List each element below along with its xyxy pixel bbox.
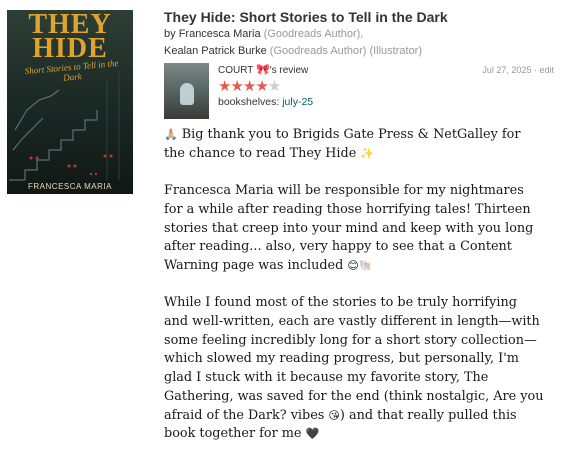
paragraph-text: Big thank you to Brigids Gate Press & Ne… — [164, 127, 521, 161]
star-icon-4: ★ — [255, 78, 268, 95]
edit-link[interactable]: edit — [539, 65, 554, 75]
book-cover[interactable]: THEY HIDE Short Stories to Tell in the D… — [7, 10, 133, 194]
by-label: by — [164, 28, 176, 40]
kiss-face-icon: 😘 — [328, 408, 340, 422]
cover-author: FRANCESCA MARIA — [28, 182, 112, 191]
review-paragraph-3: While I found most of the stories to be … — [164, 294, 544, 444]
smile-shell-icon: 😊🐚 — [347, 258, 373, 272]
star-icon-3: ★ — [242, 78, 256, 95]
review-text: 🙏🏼 Big thank you to Brigids Gate Press &… — [164, 126, 544, 463]
separator: · — [533, 65, 537, 75]
sparkles-icon: ✨ — [360, 146, 375, 160]
bow-icon: 🎀 — [255, 63, 270, 76]
shelves-label: bookshelves: — [218, 96, 280, 108]
byline-illustrator: Kealan Patrick Burke (Goodreads Author) … — [164, 43, 556, 60]
date-edit: Jul 27, 2025 · edit — [482, 63, 554, 77]
illustrator-role: (Goodreads Author) (Illustrator) — [269, 45, 423, 57]
author-link[interactable]: Francesca Maria — [179, 28, 261, 40]
review-paragraph-1: 🙏🏼 Big thank you to Brigids Gate Press &… — [164, 126, 544, 163]
star-icon-5: ★ — [267, 78, 281, 95]
ghost-icon — [180, 83, 194, 105]
review-suffix: 's review — [269, 65, 309, 76]
author-role: (Goodreads Author), — [263, 28, 364, 40]
review-paragraph-2: Francesca Maria will be responsible for … — [164, 182, 544, 276]
illustrator-link[interactable]: Kealan Patrick Burke — [164, 45, 267, 57]
reviewer-meta: COURT 🎀's review Jul 27, 2025 · edit ★★★… — [218, 63, 556, 110]
byline: by Francesca Maria (Goodreads Author), — [164, 26, 556, 43]
praying-hands-icon: 🙏🏼 — [164, 128, 178, 141]
black-heart-icon: 🖤 — [305, 427, 320, 441]
reviewer-row: COURT 🎀's review Jul 27, 2025 · edit ★★★… — [164, 63, 556, 119]
reviewer-name-link[interactable]: COURT — [218, 65, 253, 76]
shelf-link[interactable]: july-25 — [282, 96, 313, 108]
star-icon-1: ★ — [218, 78, 231, 95]
review-header: They Hide: Short Stories to Tell in the … — [164, 8, 556, 119]
review-date[interactable]: Jul 27, 2025 — [482, 65, 531, 75]
star-rating: ★★★★★ — [218, 78, 556, 95]
cover-staircase-art — [9, 70, 120, 181]
star-icon-2: ★ — [230, 78, 243, 95]
bookshelves: bookshelves: july-25 — [218, 95, 556, 110]
paragraph-text: While I found most of the stories to be … — [164, 295, 544, 423]
reviewer-avatar[interactable] — [164, 63, 209, 119]
book-title-link[interactable]: They Hide: Short Stories to Tell in the … — [164, 8, 556, 26]
